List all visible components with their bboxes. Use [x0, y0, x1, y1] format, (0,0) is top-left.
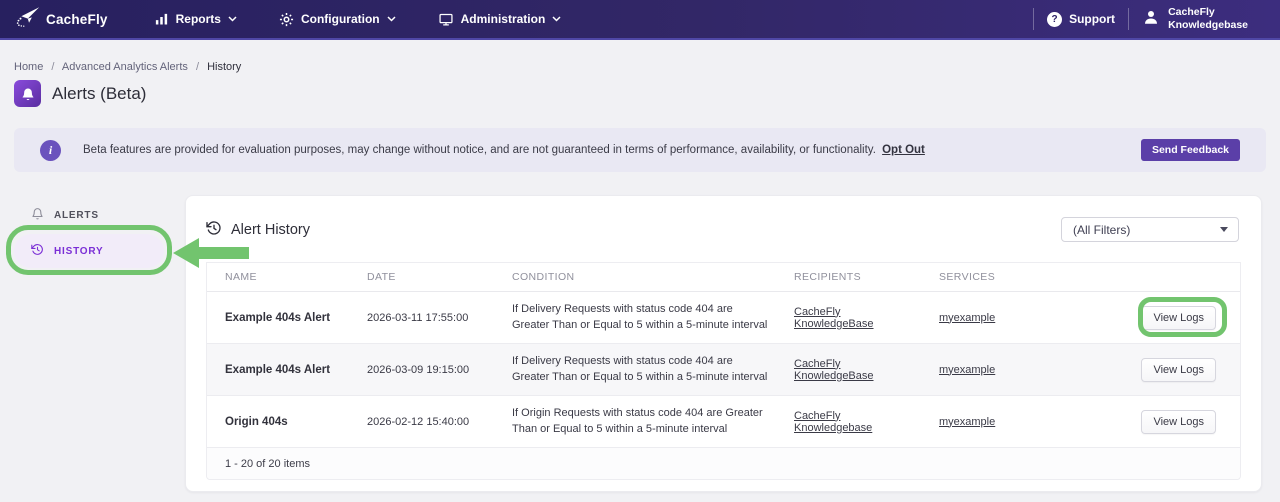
alert-name: Example 404s Alert [225, 311, 331, 324]
column-header-recipients: RECIPIENTS [794, 271, 862, 283]
table-row: Example 404s Alert 2026-03-11 17:55:00 I… [207, 292, 1240, 344]
nav-item-label: Reports [175, 12, 221, 26]
breadcrumb-separator: / [195, 61, 200, 73]
sidebar-item-history[interactable]: HISTORY [14, 234, 164, 268]
breadcrumb-history: History [207, 61, 242, 73]
alert-recipients: CacheFly KnowledgeBase [776, 306, 921, 330]
nav-item-reports[interactable]: Reports [154, 12, 237, 27]
card-title-label: Alert History [231, 222, 310, 238]
alert-name: Origin 404s [225, 415, 288, 428]
page-title: Alerts (Beta) [52, 83, 147, 103]
send-feedback-button[interactable]: Send Feedback [1140, 139, 1240, 161]
alert-date: 2026-03-11 17:55:00 [367, 311, 469, 324]
alert-actions: View Logs [1066, 357, 1240, 382]
top-nav: CacheFly Reports Configuration Administr… [0, 0, 1280, 40]
history-icon [206, 220, 222, 240]
sidebar-item-label: ALERTS [54, 209, 99, 221]
account-label: CacheFly Knowledgebase [1168, 6, 1248, 32]
nav-divider [1128, 8, 1130, 30]
breadcrumb-home[interactable]: Home [14, 61, 43, 73]
view-logs-button[interactable]: View Logs [1141, 409, 1216, 434]
sidebar-item-label: HISTORY [54, 245, 104, 257]
table-row: Example 404s Alert 2026-03-09 19:15:00 I… [207, 344, 1240, 396]
alert-services: myexample [921, 312, 1066, 324]
alert-condition: If Origin Requests with status code 404 … [512, 406, 763, 435]
recipient-link[interactable]: CacheFly KnowledgeBase [794, 306, 874, 330]
alert-history-card: Alert History (All Filters) NAME DATE CO… [185, 195, 1262, 492]
alerts-sidebar: ALERTS HISTORY [14, 201, 164, 268]
alert-recipients: CacheFly KnowledgeBase [776, 358, 921, 382]
banner-message: Beta features are provided for evaluatio… [83, 144, 876, 156]
chevron-down-icon [228, 16, 237, 22]
sidebar-item-alerts[interactable]: ALERTS [14, 201, 164, 229]
service-link[interactable]: myexample [939, 416, 995, 428]
card-title: Alert History [206, 220, 310, 240]
support-button[interactable]: ? Support [1047, 11, 1116, 27]
page-title-row: Alerts (Beta) [14, 80, 146, 107]
question-circle-icon: ? [1047, 11, 1063, 27]
bar-chart-icon [154, 12, 169, 27]
alert-recipients: CacheFly Knowledgebase [776, 410, 921, 434]
beta-banner: i Beta features are provided for evaluat… [14, 128, 1266, 172]
user-icon [1142, 8, 1160, 31]
account-line2: Knowledgebase [1168, 19, 1248, 31]
view-logs-button[interactable]: View Logs [1141, 305, 1216, 330]
brand-name: CacheFly [46, 11, 108, 27]
alert-services: myexample [921, 416, 1066, 428]
info-icon: i [40, 139, 61, 161]
alert-actions: View Logs [1066, 409, 1240, 434]
alert-services: myexample [921, 364, 1066, 376]
nav-right: ? Support CacheFly Knowledgebase [1033, 6, 1280, 32]
nav-item-configuration[interactable]: Configuration [279, 12, 396, 27]
caret-down-icon [1220, 227, 1228, 232]
nav-item-administration[interactable]: Administration [438, 12, 562, 27]
breadcrumb-advanced-analytics-alerts[interactable]: Advanced Analytics Alerts [62, 61, 188, 73]
chevron-down-icon [387, 16, 396, 22]
account-menu[interactable]: CacheFly Knowledgebase [1142, 6, 1248, 32]
recipient-link[interactable]: CacheFly Knowledgebase [794, 410, 872, 434]
recipient-link[interactable]: CacheFly KnowledgeBase [794, 358, 874, 382]
alert-actions: View Logs [1066, 305, 1240, 330]
alert-date: 2026-03-09 19:15:00 [367, 363, 470, 376]
filters-dropdown-value: (All Filters) [1073, 222, 1131, 237]
cachefly-logo[interactable]: CacheFly [14, 5, 108, 34]
column-header-condition: CONDITION [512, 271, 575, 283]
monitor-icon [438, 12, 454, 27]
breadcrumb-separator: / [51, 61, 55, 73]
nav-divider [1033, 8, 1035, 30]
table-header-row: NAME DATE CONDITION RECIPIENTS SERVICES [207, 263, 1240, 292]
chevron-down-icon [552, 16, 561, 22]
service-link[interactable]: myexample [939, 364, 995, 376]
alert-condition: If Delivery Requests with status code 40… [512, 302, 768, 331]
nav-item-label: Configuration [300, 12, 380, 26]
view-logs-button[interactable]: View Logs [1141, 357, 1216, 382]
bell-icon [31, 207, 44, 223]
account-line1: CacheFly [1168, 5, 1215, 18]
alert-date: 2026-02-12 15:40:00 [367, 415, 470, 428]
pagination-summary: 1 - 20 of 20 items [207, 448, 1240, 479]
alert-name: Example 404s Alert [225, 363, 331, 376]
nav-item-label: Administration [460, 12, 546, 26]
card-header: Alert History (All Filters) [186, 196, 1261, 262]
paper-plane-icon [14, 5, 40, 34]
alerts-bell-icon [14, 80, 41, 107]
alert-condition: If Delivery Requests with status code 40… [512, 354, 768, 383]
service-link[interactable]: myexample [939, 312, 995, 324]
nav-menu: Reports Configuration Administration [154, 12, 562, 27]
column-header-services: SERVICES [939, 271, 996, 283]
gear-icon [279, 12, 294, 27]
banner-text: Beta features are provided for evaluatio… [83, 144, 925, 156]
support-label: Support [1069, 12, 1116, 26]
history-icon [31, 243, 44, 259]
opt-out-link[interactable]: Opt Out [882, 144, 925, 156]
table-row: Origin 404s 2026-02-12 15:40:00 If Origi… [207, 396, 1240, 448]
breadcrumb: Home / Advanced Analytics Alerts / Histo… [14, 61, 241, 73]
alert-history-table: NAME DATE CONDITION RECIPIENTS SERVICES … [206, 262, 1241, 480]
column-header-date: DATE [367, 271, 396, 283]
filters-dropdown[interactable]: (All Filters) [1061, 217, 1239, 242]
column-header-name: NAME [225, 271, 257, 283]
